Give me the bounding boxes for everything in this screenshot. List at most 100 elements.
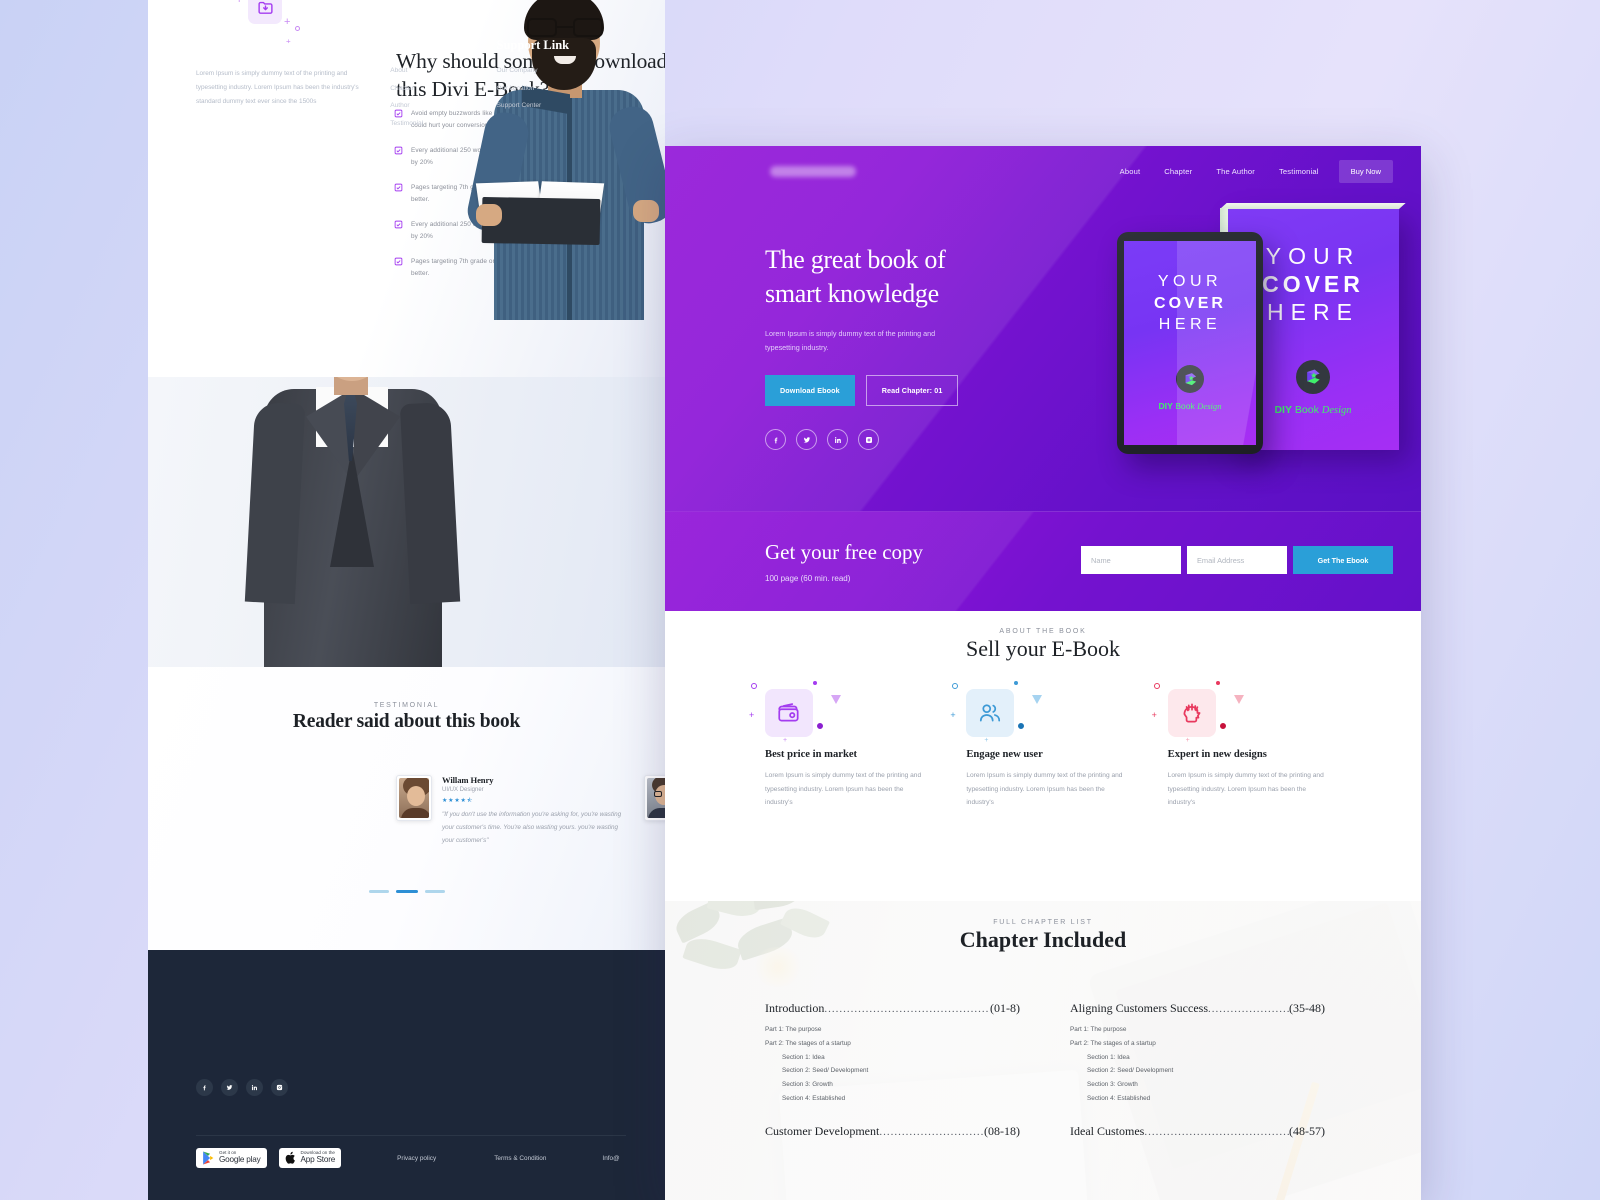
plus-decoration-2: + xyxy=(984,737,989,744)
instagram-icon[interactable] xyxy=(271,1079,288,1096)
chapter-section: Section 1: Idea xyxy=(1087,1053,1130,1061)
ring-decoration xyxy=(751,683,757,689)
nav-item-about[interactable]: About xyxy=(1108,167,1153,176)
footer-social-links xyxy=(196,1079,288,1096)
chapter-subsections: Part 1: The purpose Part 2: The stages o… xyxy=(765,1023,1020,1106)
testimonial-name: Willam Henry xyxy=(442,775,494,785)
site-logo[interactable] xyxy=(770,165,856,177)
facebook-icon[interactable] xyxy=(765,429,786,451)
chapter-part: Part 2: The stages of a startup xyxy=(765,1039,851,1047)
terms-condition-link[interactable]: Terms & Condition xyxy=(494,1155,546,1162)
chapter-pages: (08-18) xyxy=(984,1123,1020,1138)
feature-title: Best price in market xyxy=(765,749,858,760)
info-email-link[interactable]: Info@ xyxy=(602,1155,619,1162)
footer-link-our-company[interactable]: Our Company xyxy=(497,67,626,74)
dot-decoration-2 xyxy=(295,26,300,31)
chapter-included-section: FULL CHAPTER LIST Chapter Included Intro… xyxy=(665,901,1421,1200)
right-page-preview: About Chapter The Author Testimonial Buy… xyxy=(665,146,1421,1200)
feature-list: + + Best price in market Lorem Ipsum is … xyxy=(749,681,1325,810)
dot-decoration xyxy=(813,681,817,685)
google-play-big: Google play xyxy=(219,1155,261,1165)
free-copy-band: Get your free copy 100 page (60 min. rea… xyxy=(665,511,1421,611)
free-copy-form: Get The Ebook xyxy=(1081,546,1393,574)
free-copy-copy: Get your free copy 100 page (60 min. rea… xyxy=(765,540,923,583)
read-chapter-button[interactable]: Read Chapter: 01 xyxy=(865,375,959,407)
avatar xyxy=(396,775,432,821)
app-store-badge[interactable]: Download on the App Store xyxy=(278,1148,342,1168)
chapter-column-right: Aligning Customers Success .............… xyxy=(1070,1001,1325,1157)
facebook-icon[interactable] xyxy=(196,1079,213,1096)
linkedin-icon[interactable] xyxy=(246,1079,263,1096)
footer-about-heading: About Divi E-Book xyxy=(196,38,299,52)
chapter-entry: Introduction ...........................… xyxy=(765,1001,1020,1106)
chapter-section: Section 4: Established xyxy=(1087,1094,1151,1102)
diy-book-logo-icon xyxy=(1296,360,1330,394)
chapter-section: Section 4: Established xyxy=(782,1094,846,1102)
navigation-bar: About Chapter The Author Testimonial Buy… xyxy=(665,146,1421,196)
dot-decoration xyxy=(1215,681,1220,685)
feature-card: + + Expert in new designs Lorem Ipsum is… xyxy=(1152,681,1325,810)
chapter-name: Aligning Customers Success xyxy=(1070,1001,1208,1015)
chapter-section: Section 2: Seed/ Development xyxy=(782,1067,869,1075)
footer-link-support-center[interactable]: Support Center xyxy=(497,102,626,109)
twitter-icon[interactable] xyxy=(796,429,817,451)
testimonial-title: Reader said about this book xyxy=(292,711,521,732)
download-folder-icon xyxy=(248,0,282,24)
linkedin-icon[interactable] xyxy=(827,429,848,451)
nav-item-the-author[interactable]: The Author xyxy=(1204,167,1267,176)
feature-title: Engage new user xyxy=(966,749,1043,760)
dot-decoration xyxy=(1014,681,1019,685)
footer-link-about[interactable]: About xyxy=(390,67,496,74)
footer-link-testimonial[interactable]: Testimonial xyxy=(390,120,496,127)
download-ebook-button[interactable]: Download Ebook xyxy=(765,375,855,407)
footer-columns: About Divi E-Book Lorem Ipsum is simply … xyxy=(196,38,626,137)
buy-now-button[interactable]: Buy Now xyxy=(1338,159,1393,183)
chapter-pages: (01-8) xyxy=(990,1001,1020,1015)
triangle-decoration xyxy=(831,695,841,713)
chapter-name: Introduction xyxy=(765,1001,825,1015)
footer-link-our-location[interactable]: Our Location xyxy=(497,85,626,92)
hero-section: About Chapter The Author Testimonial Buy… xyxy=(665,146,1421,511)
plus-decoration: + xyxy=(950,710,956,720)
footer-link-author[interactable]: Author xyxy=(390,102,496,109)
chapter-subsections: Part 1: The purpose Part 2: The stages o… xyxy=(1070,1023,1325,1106)
check-square-icon xyxy=(394,220,403,244)
nav-item-testimonial[interactable]: Testimonial xyxy=(1267,167,1331,176)
carousel-dot-1[interactable] xyxy=(368,890,389,893)
chapter-part: Part 2: The stages of a startup xyxy=(1070,1039,1156,1047)
carousel-dot-3[interactable] xyxy=(424,890,445,893)
carousel-dot-2-active[interactable] xyxy=(395,890,418,893)
hero-buttons: Download Ebook Read Chapter: 01 xyxy=(765,375,995,407)
feature-card: + + Engage new user Lorem Ipsum is simpl… xyxy=(950,681,1123,810)
apple-icon xyxy=(285,1151,295,1164)
carousel-pagination[interactable] xyxy=(148,890,665,893)
chapter-entry: Customer Development ...................… xyxy=(765,1123,1020,1138)
email-input[interactable] xyxy=(1187,546,1287,574)
google-play-badge[interactable]: Get it on Google play xyxy=(196,1148,267,1168)
author-portrait-photo xyxy=(244,377,461,667)
google-play-icon xyxy=(203,1151,214,1165)
testimonial-card: Jhon smith UI/UX Designer ★★★★⯪ "If you … xyxy=(644,775,665,835)
triangle-decoration xyxy=(1233,695,1244,713)
name-input[interactable] xyxy=(1081,546,1181,574)
footer-link-chapter[interactable]: Chapter xyxy=(390,85,496,92)
app-store-big: App Store xyxy=(300,1155,336,1165)
feature-text: Lorem Ipsum is simply dummy text of the … xyxy=(1167,772,1324,807)
chapter-section: Section 3: Growth xyxy=(1087,1081,1138,1089)
triangle-decoration xyxy=(1032,695,1043,713)
nav-item-chapter[interactable]: Chapter xyxy=(1152,167,1204,176)
about-the-book-section: ABOUT THE BOOK Sell your E-Book + + Best… xyxy=(665,611,1421,901)
instagram-icon[interactable] xyxy=(858,429,879,451)
get-the-ebook-button[interactable]: Get The Ebook xyxy=(1293,546,1393,574)
footer-our-link-heading: Our Link xyxy=(390,38,442,52)
free-copy-subheading: 100 page (60 min. read) xyxy=(765,574,851,583)
chapter-entry: Ideal Customes .........................… xyxy=(1070,1123,1325,1138)
privacy-policy-link[interactable]: Privacy policy xyxy=(397,1155,436,1162)
plus-decoration-2: + xyxy=(1185,737,1190,744)
avatar xyxy=(644,775,665,821)
footer-about-text: Lorem Ipsum is simply dummy text of the … xyxy=(196,70,359,105)
check-square-icon xyxy=(394,183,403,207)
twitter-icon[interactable] xyxy=(221,1079,238,1096)
check-square-icon xyxy=(394,257,403,281)
chapter-part: Part 1: The purpose xyxy=(765,1026,822,1033)
